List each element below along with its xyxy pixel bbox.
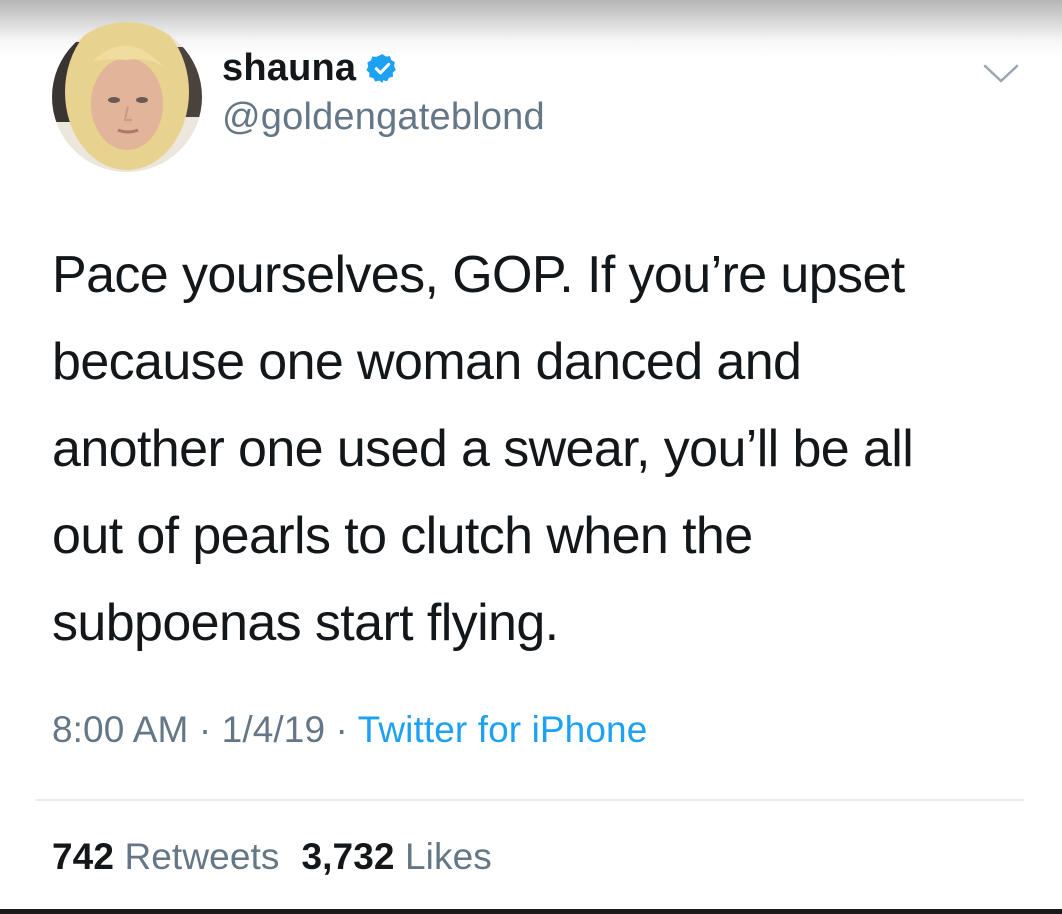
tweet-text-line: another one used a swear, you’ll be all [52,420,914,478]
chevron-down-icon[interactable] [982,62,1020,86]
retweets-stat[interactable]: 742 Retweets [52,836,279,877]
likes-stat[interactable]: 3,732 Likes [301,836,491,877]
tweet-stats: 742 Retweets 3,732 Likes [52,836,492,878]
tweet-text-line: because one woman danced and [52,333,802,391]
verified-badge-icon [366,52,399,85]
divider [36,799,1024,801]
tweet-date: 1/4/19 [221,709,326,750]
user-handle[interactable]: @goldengateblond [222,96,545,139]
tweet-text-line: Pace yourselves, GOP. If you’re upset [52,246,905,304]
retweets-count: 742 [52,836,115,877]
meta-separator: · [335,709,348,750]
avatar[interactable] [52,22,202,172]
user-name-row[interactable]: shauna [222,42,399,94]
meta-separator: · [198,709,212,750]
likes-label: Likes [404,836,492,877]
tweet-text-line: subpoenas start flying. [52,594,559,652]
likes-count: 3,732 [301,836,395,877]
retweets-label: Retweets [124,836,280,877]
tweet-time: 8:00 AM [52,709,189,750]
tweet-screenshot: shauna @goldengateblond Pace yourselves,… [0,0,1062,914]
display-name[interactable]: shauna [222,47,356,90]
tweet-text-line: out of pearls to clutch when the [52,507,753,565]
tweet-source-link[interactable]: Twitter for iPhone [358,709,648,750]
tweet-text: Pace yourselves, GOP. If you’re upset be… [52,232,1032,667]
bottom-edge-bar [0,909,1062,914]
tweet-meta: 8:00 AM · 1/4/19 · Twitter for iPhone [52,709,647,751]
avatar-photo [52,22,202,172]
